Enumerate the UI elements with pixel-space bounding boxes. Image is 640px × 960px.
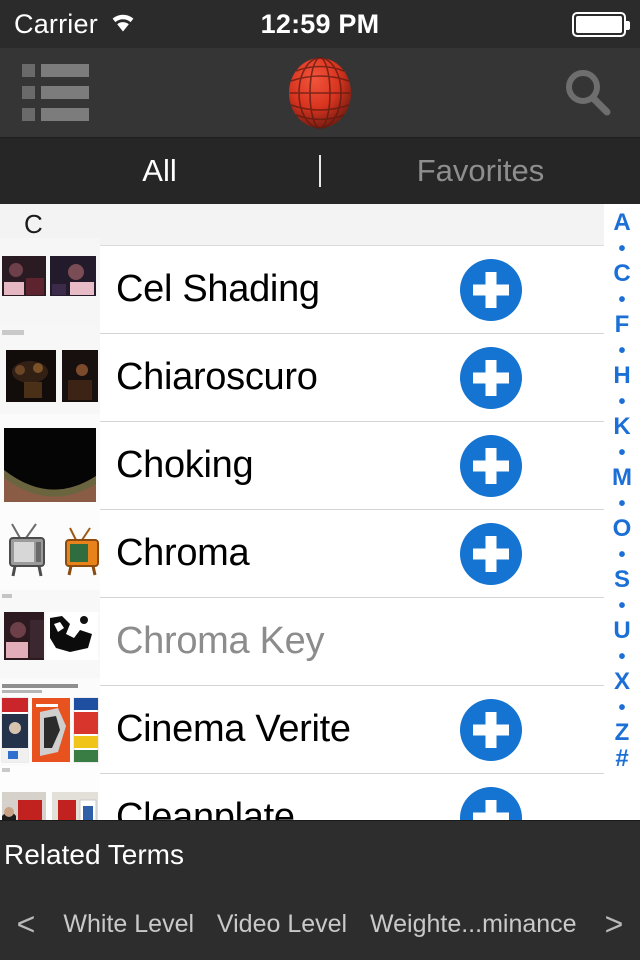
- plus-circle-icon[interactable]: [460, 434, 522, 497]
- terms-list[interactable]: C Cel Shading Chiaroscuro Choking Chroma…: [0, 204, 604, 820]
- plus-circle-icon[interactable]: [460, 522, 522, 585]
- index-entry[interactable]: •: [604, 593, 640, 618]
- red-globe-logo[interactable]: [285, 55, 355, 131]
- index-entry[interactable]: K: [604, 414, 640, 440]
- plus-circle-icon[interactable]: [460, 346, 522, 409]
- plus-circle-icon[interactable]: [460, 258, 522, 321]
- plus-circle-icon[interactable]: [460, 698, 522, 761]
- list-item-label: Cleanplate: [116, 796, 295, 820]
- battery-icon: [572, 11, 630, 37]
- index-entry[interactable]: #: [604, 746, 640, 772]
- index-entry[interactable]: •: [604, 338, 640, 363]
- status-bar-right: [572, 0, 630, 48]
- index-entry[interactable]: •: [604, 542, 640, 567]
- app-root: Carrier 12:59 PM All Favorites C Cel Sha…: [0, 0, 640, 960]
- index-entry[interactable]: Z: [604, 720, 640, 746]
- nav-bar: [0, 48, 640, 138]
- list-item-label: Chroma: [116, 532, 250, 574]
- prev-arrow-button[interactable]: <: [0, 906, 52, 943]
- segmented-tabs: All Favorites: [0, 138, 640, 204]
- list-item[interactable]: Chroma: [0, 502, 604, 606]
- status-bar: Carrier 12:59 PM: [0, 0, 640, 48]
- list-item-label: Chroma Key: [116, 620, 325, 662]
- battery-fill: [576, 15, 622, 33]
- related-terms-panel: Related Terms < White Level Video Level …: [0, 820, 640, 960]
- related-term-item[interactable]: Video Level: [213, 910, 351, 939]
- related-terms-title: Related Terms: [4, 839, 185, 870]
- list-item-label: Cel Shading: [116, 268, 320, 310]
- thumb-cleanplate: [0, 766, 100, 820]
- index-entry[interactable]: O: [604, 516, 640, 542]
- list-menu-icon[interactable]: [22, 63, 92, 123]
- index-entry[interactable]: A: [604, 210, 640, 236]
- menu-row: [22, 86, 92, 99]
- index-entry[interactable]: H: [604, 363, 640, 389]
- index-entry[interactable]: C: [604, 261, 640, 287]
- alphabet-index-bar[interactable]: A • C • F • H • K • M • O • S • U • X • …: [604, 204, 640, 820]
- tab-divider: [319, 155, 321, 187]
- tab-favorites[interactable]: Favorites: [321, 138, 640, 204]
- list-item-label: Cinema Verite: [116, 708, 351, 750]
- index-entry[interactable]: •: [604, 287, 640, 312]
- index-entry[interactable]: F: [604, 312, 640, 338]
- related-terms-items: White Level Video Level Weighte...minanc…: [52, 910, 588, 939]
- index-entry[interactable]: •: [604, 491, 640, 516]
- menu-row: [22, 64, 92, 77]
- index-entry[interactable]: •: [604, 695, 640, 720]
- related-term-item[interactable]: Weighte...minance: [366, 910, 581, 939]
- index-entry[interactable]: M: [604, 465, 640, 491]
- list-item-label: Choking: [116, 444, 254, 486]
- search-icon[interactable]: [558, 63, 618, 123]
- list-item[interactable]: Cleanplate: [0, 766, 604, 820]
- related-terms-strip: < White Level Video Level Weighte...mina…: [0, 899, 640, 949]
- index-entry[interactable]: X: [604, 669, 640, 695]
- list-item[interactable]: Chiaroscuro: [0, 326, 604, 430]
- index-entry[interactable]: •: [604, 236, 640, 261]
- list-item[interactable]: Cinema Verite: [0, 678, 604, 782]
- index-entry[interactable]: S: [604, 567, 640, 593]
- list-item-label: Chiaroscuro: [116, 356, 318, 398]
- list-item[interactable]: Cel Shading: [0, 238, 604, 342]
- index-entry[interactable]: •: [604, 389, 640, 414]
- index-entry[interactable]: •: [604, 440, 640, 465]
- list-item[interactable]: Chroma Key: [0, 590, 604, 694]
- next-arrow-button[interactable]: >: [588, 906, 640, 943]
- list-item[interactable]: Choking: [0, 414, 604, 518]
- tab-all[interactable]: All: [0, 138, 319, 204]
- clock-label: 12:59 PM: [260, 8, 380, 39]
- related-term-item[interactable]: White Level: [59, 910, 198, 939]
- plus-circle-icon[interactable]: [460, 786, 522, 820]
- index-entry[interactable]: •: [604, 644, 640, 669]
- menu-row: [22, 108, 92, 121]
- index-entry[interactable]: U: [604, 618, 640, 644]
